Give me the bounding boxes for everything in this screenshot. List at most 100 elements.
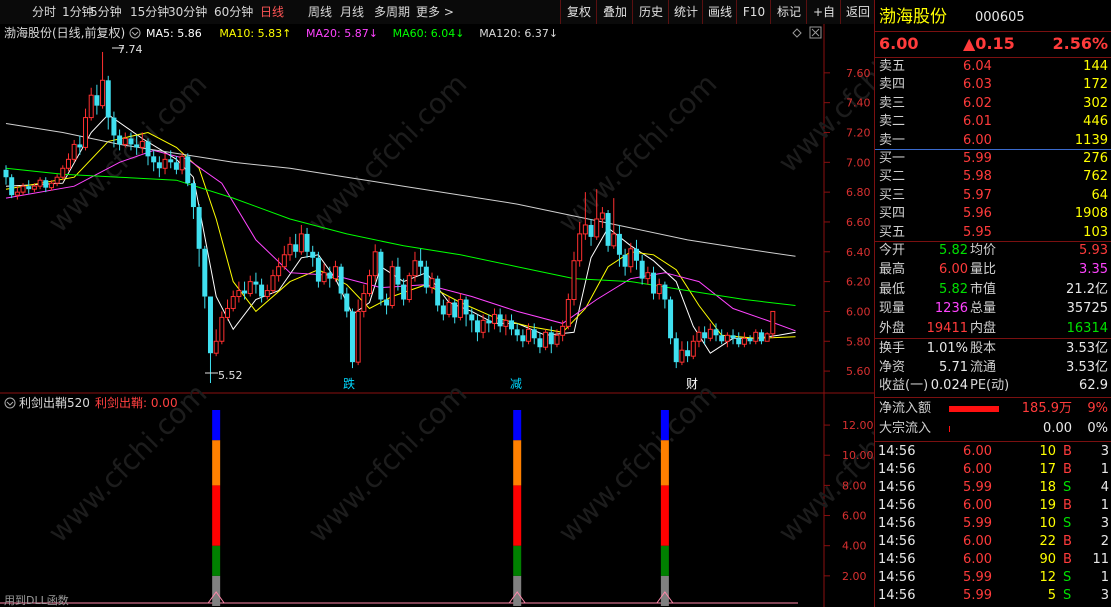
book-price[interactable]: 6.03 [963,76,992,94]
tick-side: S [1063,516,1072,531]
indicator-tick-label: 10.00 [842,449,874,462]
indicator-bar-segment [660,575,669,606]
candle-body-down [497,314,503,327]
candle-body-down [349,311,355,363]
candle-body-down [3,169,9,178]
tick-side: B [1063,552,1072,567]
candle-body-up [355,310,361,363]
indicator-bar-segment [660,485,669,546]
toolbar-button-5[interactable]: F10 [736,0,771,24]
kline-chart[interactable]: www.cfchi.com www.cfchi.com www.cfchi.comw… [0,24,874,607]
price-tick-label: 5.60 [846,365,871,378]
tab-0[interactable]: 分时 [32,0,56,24]
book-divider [875,149,1111,150]
candle-body-down [514,329,520,336]
book-price[interactable]: 6.01 [963,113,992,131]
candle-body-up [20,185,26,193]
toolbar-button-8[interactable]: 返回 [840,0,875,24]
event-label-jian[interactable]: 减 [510,377,522,391]
book-label: 买三 [879,187,906,203]
stat-value: 5.93 [1079,243,1108,258]
toolbar-button-2[interactable]: 历史 [632,0,669,24]
tab-9[interactable]: 多周期 [374,0,410,24]
price-tick-label: 5.80 [846,335,871,348]
book-volume: 762 [1083,169,1108,185]
candle-body-up [298,233,304,253]
candle-body-down [242,290,248,294]
ma-label-0: MA5: 5.86 [146,27,202,40]
stat-value: 19411 [926,320,968,336]
tick-side: B [1063,534,1072,549]
book-price[interactable]: 6.04 [963,58,992,76]
book-volume: 1139 [1074,132,1108,148]
tab-7[interactable]: 周线 [308,0,332,24]
book-price[interactable]: 5.99 [963,150,992,168]
candle-body-down [474,320,480,333]
candle-body-up [770,310,776,335]
event-label-cai[interactable]: 财 [686,377,698,391]
candle-body-down [622,254,628,267]
candle-body-down [128,138,134,145]
candle-body-down [616,233,622,255]
toolbar-button-4[interactable]: 画线 [702,0,737,24]
indicator-tick-label: 12.00 [842,419,874,432]
book-price[interactable]: 5.98 [963,168,992,186]
book-price[interactable]: 5.96 [963,205,992,223]
candle-body-up [37,179,43,187]
toolbar-button-1[interactable]: 叠加 [596,0,633,24]
candle-body-down [310,251,316,258]
candle-body-up [611,233,617,247]
toolbar-button-3[interactable]: 统计 [668,0,703,24]
book-price[interactable]: 5.97 [963,187,992,205]
stat-value: 35725 [1066,301,1108,317]
tab-10[interactable]: 更多 > [416,0,454,24]
candle-body-down [190,183,196,208]
candle-body-down [673,338,679,363]
tab-4[interactable]: 30分钟 [168,0,207,24]
indicator-tick-label: 6.00 [842,510,867,523]
book-label: 买二 [879,169,906,185]
event-label-die[interactable]: 跌 [343,376,355,391]
candle-body-down [384,299,390,306]
tick-volume: 22 [1039,534,1056,549]
tick-time: 14:56 [878,444,916,459]
book-volume: 302 [1083,95,1108,111]
candle-body-down [304,233,310,252]
candle [770,310,776,339]
tab-3[interactable]: 15分钟 [130,0,169,24]
indicator-bar-segment [513,440,522,486]
tab-1[interactable]: 1分钟 [62,0,94,24]
candle-body-up [71,143,77,160]
tab-6[interactable]: 日线 [260,0,284,24]
tab-5[interactable]: 60分钟 [214,0,253,24]
book-price[interactable]: 5.95 [963,224,992,242]
candle-body-down [486,320,492,324]
book-price[interactable]: 6.00 [963,132,992,150]
candle-body-down [685,350,691,357]
panel-divider [875,57,1111,58]
tab-8[interactable]: 月线 [340,0,364,24]
price-change: ▲0.15 [963,34,1015,53]
indicator-value: 利剑出鞘: 0.00 [95,395,178,410]
candle [764,332,770,342]
candle-body-down [639,260,645,279]
candle-body-down [327,272,333,279]
tick-price: 6.00 [963,498,992,513]
candle-body-up [741,337,747,345]
candle-body-down [134,144,140,148]
candle-body-up [628,248,634,268]
candle-body-up [213,340,219,354]
book-volume: 103 [1083,224,1108,240]
candle-body-up [31,185,37,190]
fund-label: PE(动) [970,378,1010,393]
indicator-bar-segment [660,410,669,441]
toolbar-button-6[interactable]: 标记 [770,0,807,24]
toolbar-button-0[interactable]: 复权 [560,0,597,24]
tab-2[interactable]: 5分钟 [90,0,122,24]
indicator-title: 利剑出鞘520 [19,395,90,410]
book-price[interactable]: 6.02 [963,95,992,113]
toolbar-button-7[interactable]: +自选 [806,0,841,43]
price-change-pct: 2.56% [1052,34,1108,53]
candle-body-up [543,331,549,348]
tick-price: 5.99 [963,570,992,585]
